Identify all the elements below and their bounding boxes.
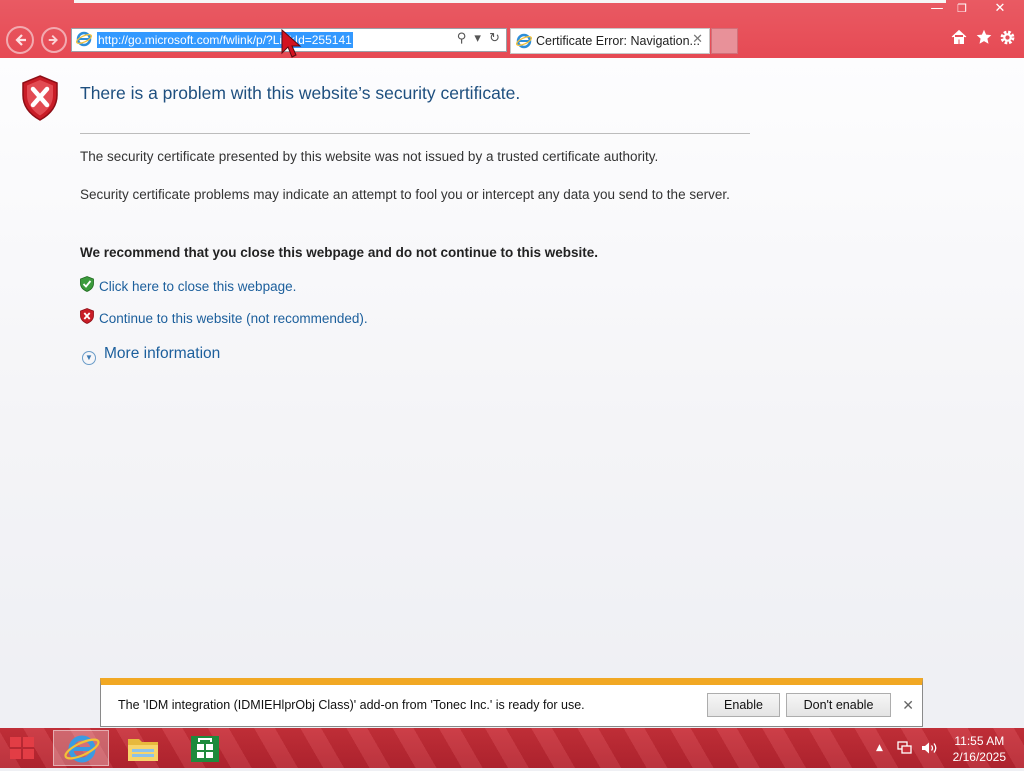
certificate-error-page: There is a problem with this website’s s… [0,58,1024,678]
ie-tab-icon [515,33,533,53]
start-button[interactable] [2,730,46,766]
enable-button[interactable]: Enable [707,693,780,717]
close-window-button[interactable]: ✕ [980,0,1020,20]
clock-time: 11:55 AM [954,734,1005,748]
continue-row: Continue to this website (not recommende… [80,308,368,326]
minimize-button[interactable]: — [926,0,948,20]
network-icon[interactable] [897,741,913,758]
ie-page-icon [75,31,93,51]
forward-button[interactable] [41,27,67,53]
mouse-cursor-icon [281,29,302,58]
divider [80,133,750,134]
favorites-star-icon[interactable] [976,29,992,50]
taskbar: ▲ 11:55 AM 2/16/2025 [0,728,1024,768]
system-clock[interactable]: 11:55 AM 2/16/2025 [953,733,1006,765]
address-tools: ⚲ ▾ ↻ [457,31,502,46]
notification-message: The 'IDM integration (IDMIEHlprObj Class… [118,698,585,712]
addon-notification-bar: The 'IDM integration (IDMIEHlprObj Class… [100,678,923,727]
notification-close-icon[interactable]: ✕ [902,698,914,714]
recommendation-text: We recommend that you close this webpage… [80,245,599,260]
dont-enable-button[interactable]: Don't enable [786,693,891,717]
description-paragraph-1: The security certificate presented by th… [80,149,659,164]
taskbar-store[interactable] [177,730,233,766]
file-explorer-icon [128,739,158,761]
show-hidden-icons-icon[interactable]: ▲ [876,743,883,753]
back-arrow-icon [15,34,26,46]
home-icon[interactable] [951,29,967,50]
tab-title: Certificate Error: Navigation... [536,34,700,48]
description-paragraph-2: Security certificate problems may indica… [80,187,730,202]
tab-certificate-error[interactable]: Certificate Error: Navigation... ✕ [510,28,710,54]
taskbar-file-explorer[interactable] [115,730,171,766]
start-icon [10,737,34,759]
settings-gear-icon[interactable] [999,29,1016,51]
more-information-label: More information [104,345,221,362]
more-information-toggle[interactable]: ▼ More information [82,345,220,365]
address-url[interactable]: http://go.microsoft.com/fwlink/p/?LinkId… [97,32,353,48]
close-webpage-link[interactable]: Click here to close this webpage. [99,279,296,294]
refresh-icon[interactable]: ↻ [489,31,502,46]
browser-toolbar: — ❐ ✕ http://go.microsoft.com/fwlink/p/?… [0,0,1024,58]
dropdown-arrow-icon[interactable]: ▾ [474,31,483,46]
forward-arrow-icon [48,34,58,46]
title-strip [74,0,946,3]
red-shield-x-icon [80,308,94,324]
taskbar-internet-explorer[interactable] [53,730,109,766]
search-icon[interactable]: ⚲ [457,31,469,46]
expand-chevron-icon: ▼ [82,351,96,365]
tab-close-icon[interactable]: ✕ [692,32,703,47]
back-button[interactable] [6,26,34,54]
new-tab-button[interactable] [711,28,738,54]
close-webpage-row: Click here to close this webpage. [80,276,296,294]
green-shield-check-icon [80,276,94,292]
restore-button[interactable]: ❐ [951,0,973,20]
page-title: There is a problem with this website’s s… [80,83,521,103]
store-icon [191,736,219,762]
continue-to-website-link[interactable]: Continue to this website (not recommende… [99,311,368,326]
internet-explorer-icon [64,735,100,763]
clock-date: 2/16/2025 [952,750,1006,764]
volume-icon[interactable] [921,741,939,758]
security-shield-error-icon [22,75,58,121]
